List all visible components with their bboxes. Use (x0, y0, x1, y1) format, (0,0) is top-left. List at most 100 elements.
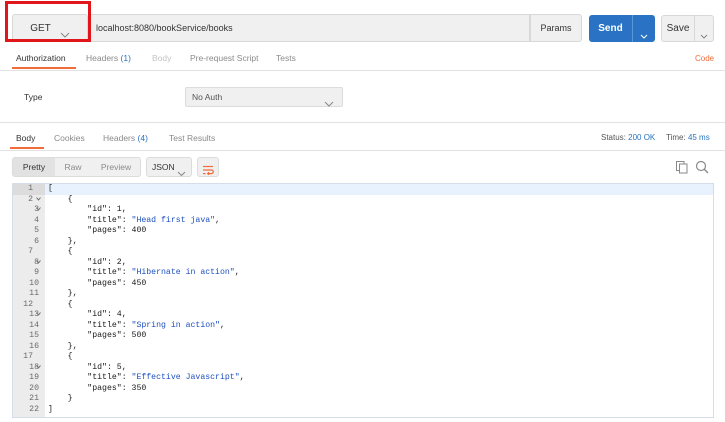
line-number: 16 (29, 341, 39, 351)
save-dropdown-button[interactable] (694, 15, 714, 42)
code-text: "id": 4, (48, 310, 127, 319)
code-text: }, (48, 289, 78, 298)
code-text: }, (48, 341, 78, 351)
code-line: 16 }, (13, 341, 713, 353)
line-number: 6 (34, 236, 39, 246)
code-line: 11 }, (13, 289, 713, 300)
code-line: 9 "title": "Hibernate in action", (13, 268, 713, 279)
line-number: 2 (28, 194, 33, 204)
code-text: "title": "Head first java", (48, 215, 220, 225)
format-select[interactable]: JSON (146, 157, 192, 177)
code-text: "pages": 350 (48, 383, 147, 393)
view-mode-raw[interactable]: Raw (55, 158, 91, 176)
save-button[interactable]: Save (661, 15, 695, 42)
code-link[interactable]: Code (695, 54, 714, 63)
line-number: 7 (28, 247, 33, 256)
code-text: "title": "Effective Javascript", (48, 373, 245, 382)
wrap-lines-icon (202, 162, 214, 176)
chevron-down-icon (177, 164, 186, 177)
auth-type-select[interactable]: No Auth (185, 87, 343, 107)
code-line: 22] (13, 404, 713, 416)
code-text: "title": "Spring in action", (48, 320, 225, 330)
code-line: 2 { (13, 194, 713, 211)
line-number: 14 (29, 320, 39, 330)
section-divider (0, 122, 725, 123)
line-number: 4 (34, 215, 39, 225)
format-label: JSON (152, 162, 175, 172)
view-mode-pretty[interactable]: Pretty (13, 158, 55, 176)
tab-pre-request-script[interactable]: Pre-request Script (190, 53, 259, 63)
url-text: localhost:8080/bookService/books (96, 23, 233, 33)
code-text: { (48, 194, 73, 204)
code-line: 14 "title": "Spring in action", (13, 320, 713, 332)
code-text: { (48, 247, 73, 256)
request-tab-bar: Authorization Headers (1) Body Pre-reque… (0, 48, 725, 71)
line-number: 18 (29, 362, 39, 372)
send-button[interactable]: Send (589, 15, 632, 42)
highlight-rectangle (5, 1, 91, 42)
code-text: [ (48, 184, 53, 193)
save-label: Save (666, 23, 690, 34)
tab-body[interactable]: Body (152, 53, 171, 63)
line-number: 8 (34, 257, 39, 267)
code-line: 20 "pages": 350 (13, 383, 713, 395)
line-number: 1 (28, 184, 33, 193)
tab-active-underline (10, 147, 44, 149)
response-status: Status: 200 OK (601, 133, 656, 142)
send-dropdown-button[interactable] (632, 15, 655, 42)
response-tab-cookies[interactable]: Cookies (54, 133, 85, 143)
tab-tests[interactable]: Tests (276, 53, 296, 63)
code-line: 7 { (13, 247, 713, 264)
line-number: 12 (23, 299, 33, 309)
line-number: 3 (34, 205, 39, 214)
auth-type-value: No Auth (192, 92, 223, 102)
view-mode-preview[interactable]: Preview (91, 158, 141, 176)
code-line: 3 "id": 1, (13, 205, 713, 216)
code-line: 18 "id": 5, (13, 362, 713, 374)
code-text: { (48, 352, 73, 361)
tab-headers[interactable]: Headers (1) (86, 53, 131, 63)
params-label: Params (540, 23, 572, 33)
line-number: 22 (29, 404, 39, 414)
view-mode-group: Pretty Raw Preview (12, 157, 141, 177)
line-number: 10 (29, 278, 39, 288)
code-text: } (48, 394, 73, 403)
code-text: "id": 5, (48, 362, 127, 372)
url-input[interactable]: localhost:8080/bookService/books (88, 14, 530, 42)
line-number: 20 (29, 383, 39, 393)
line-number: 19 (29, 373, 39, 382)
code-line: 17 { (13, 352, 713, 369)
line-number: 21 (29, 394, 39, 403)
code-line: 10 "pages": 450 (13, 278, 713, 290)
tab-authorization[interactable]: Authorization (16, 53, 66, 63)
tab-active-underline (12, 67, 76, 69)
code-text: "title": "Hibernate in action", (48, 268, 240, 277)
line-number: 17 (23, 352, 33, 361)
chevron-down-icon (640, 26, 648, 39)
chevron-down-icon (700, 26, 708, 39)
code-line: 5 "pages": 400 (13, 226, 713, 237)
line-number: 11 (29, 289, 39, 298)
code-text: ] (48, 404, 53, 414)
params-button[interactable]: Params (530, 14, 582, 42)
line-number: 13 (29, 310, 39, 319)
auth-type-label: Type (24, 92, 43, 102)
code-line: 13 "id": 4, (13, 310, 713, 321)
response-code-editor[interactable]: 1[2 {3 "id": 1, 4 "title": "Head first ja… (12, 183, 714, 418)
code-line: 12 { (13, 299, 713, 316)
response-tab-body[interactable]: Body (16, 133, 35, 143)
response-tab-test-results[interactable]: Test Results (169, 133, 215, 143)
wrap-lines-button[interactable] (197, 157, 219, 177)
copy-icon[interactable] (675, 160, 689, 174)
code-line: 8 "id": 2, (13, 257, 713, 269)
response-tab-headers[interactable]: Headers (4) (103, 133, 148, 143)
code-line: 4 "title": "Head first java", (13, 215, 713, 227)
search-icon[interactable] (695, 160, 709, 174)
code-text: "id": 2, (48, 257, 127, 267)
code-text: "pages": 400 (48, 226, 147, 235)
code-line: 15 "pages": 500 (13, 331, 713, 342)
chevron-down-icon (324, 94, 334, 107)
line-number: 15 (29, 331, 39, 340)
code-text: "id": 1, (48, 205, 127, 214)
code-line: 19 "title": "Effective Javascript", (13, 373, 713, 384)
